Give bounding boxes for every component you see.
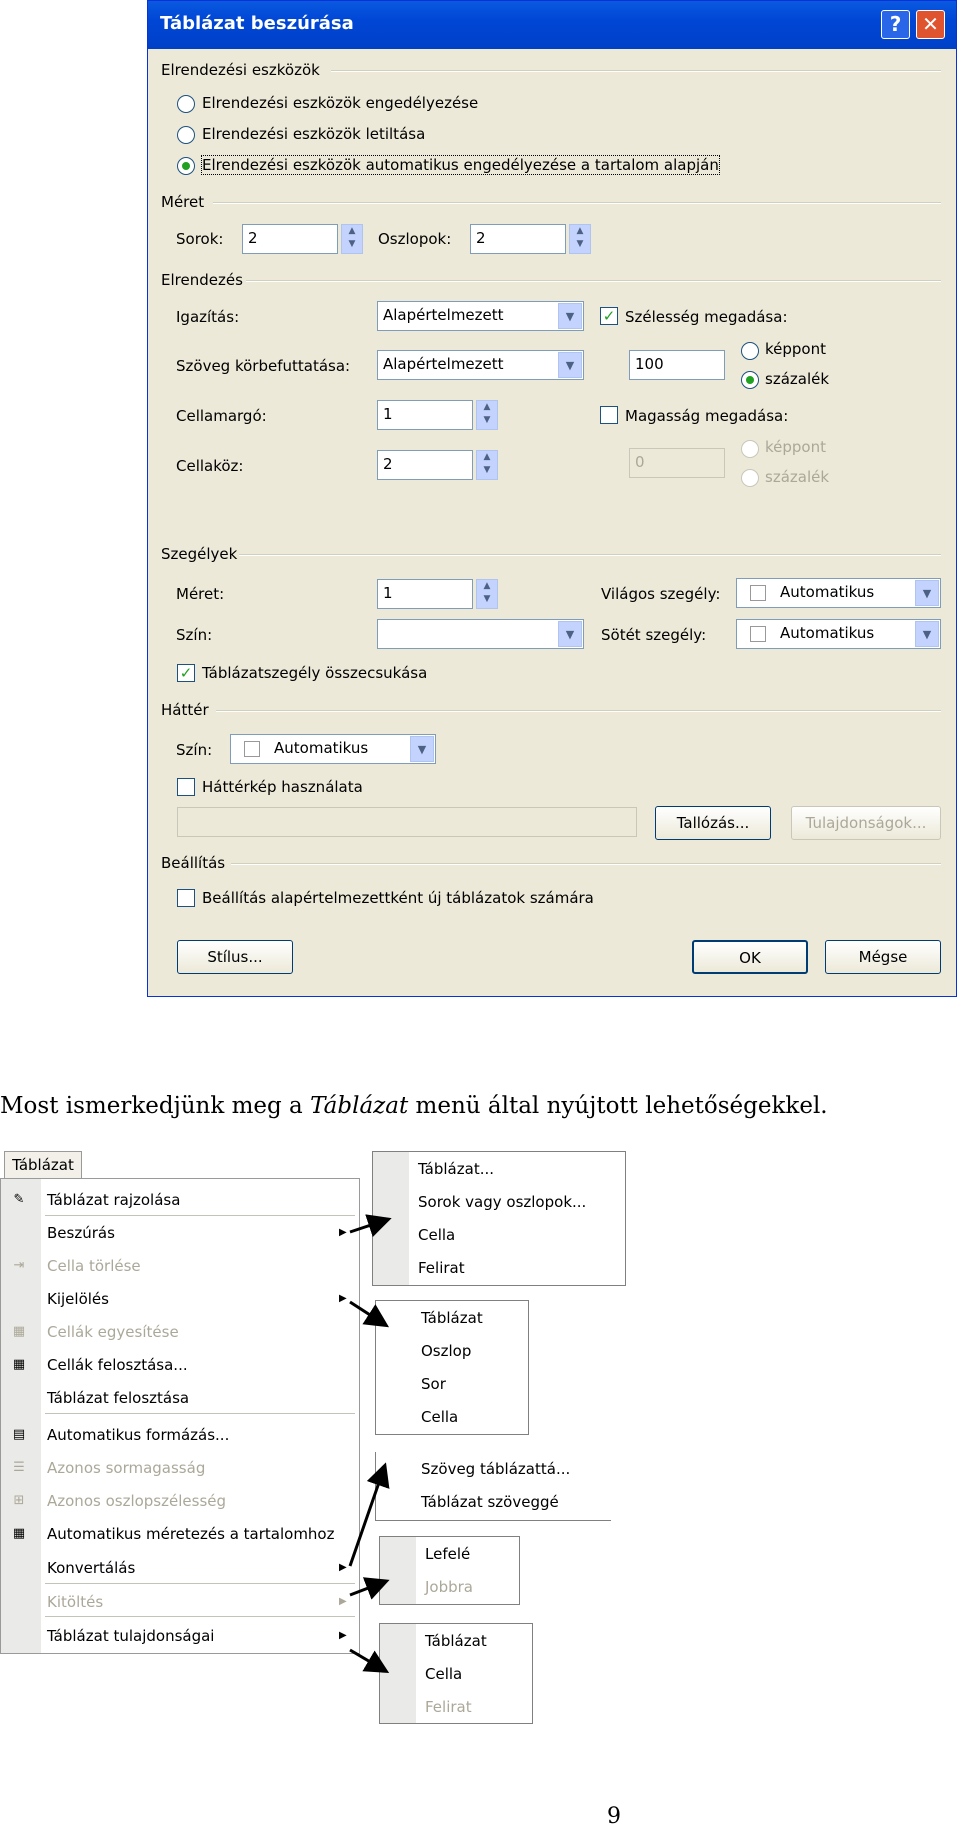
arrow-convert <box>348 1462 390 1567</box>
pointer-arrows <box>348 1214 392 1674</box>
arrow-fill <box>349 1577 390 1600</box>
arrow-properties <box>349 1648 390 1674</box>
arrow-select <box>349 1300 390 1328</box>
page-number: 9 <box>607 1804 621 1829</box>
arrow-insert <box>349 1214 392 1238</box>
